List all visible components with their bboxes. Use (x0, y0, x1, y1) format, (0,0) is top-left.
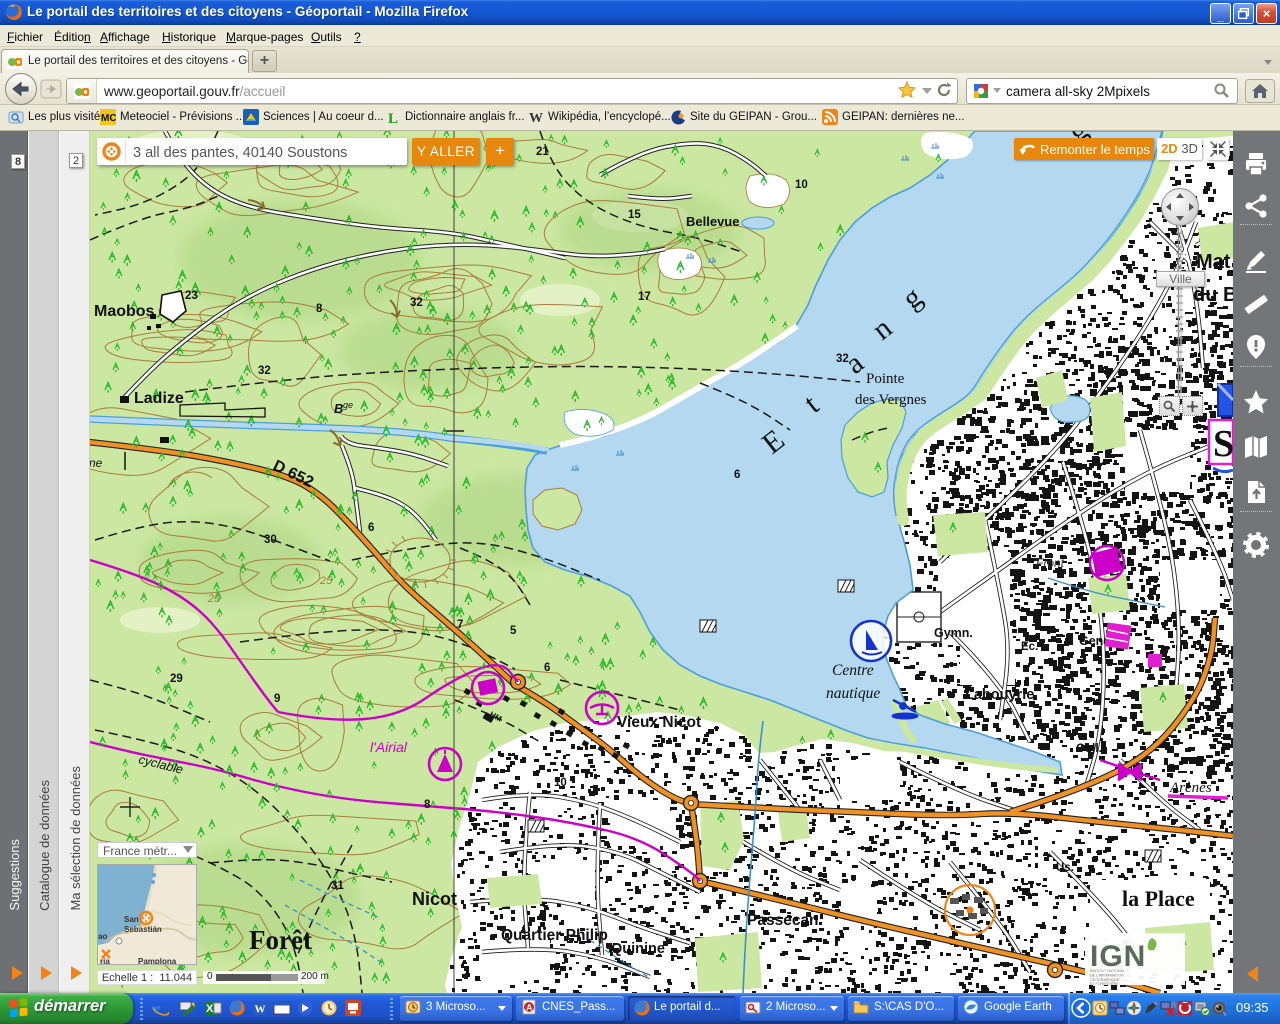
svg-text:Us.: Us. (1056, 862, 1074, 874)
svg-text:31: 31 (331, 880, 344, 892)
svg-text:10: 10 (554, 777, 567, 789)
svg-text:23: 23 (185, 290, 198, 302)
svg-text:Ec.: Ec. (1021, 641, 1038, 653)
svg-text:Forêt: Forêt (249, 925, 312, 955)
svg-text:GÉOGRAPHIQUE: GÉOGRAPHIQUE (1090, 977, 1120, 982)
svg-text:DE L’INFORMATION: DE L’INFORMATION (1090, 973, 1124, 977)
svg-text:ao: ao (98, 932, 107, 941)
svg-text:30: 30 (264, 534, 277, 546)
svg-text:8: 8 (424, 799, 431, 811)
svg-text:San: San (124, 915, 139, 924)
svg-text:ET FORESTIÈRE: ET FORESTIÈRE (1090, 981, 1119, 986)
svg-text:INSTITUT NATIONAL: INSTITUT NATIONAL (1090, 969, 1125, 973)
svg-text:Pamplona: Pamplona (138, 957, 177, 965)
svg-text:des Vergnes: des Vergnes (855, 392, 927, 408)
svg-text:5: 5 (510, 625, 517, 637)
svg-text:A: A (526, 1003, 533, 1013)
svg-text:Mat: Mat (1196, 251, 1231, 273)
svg-text:W: W (529, 111, 543, 125)
svg-text:6: 6 (544, 662, 550, 674)
svg-text:du B: du B (1193, 284, 1233, 306)
svg-text:15: 15 (628, 209, 641, 221)
svg-text:Arènes: Arènes (1169, 780, 1212, 796)
svg-text:25: 25 (319, 575, 333, 587)
svg-text:32: 32 (836, 353, 849, 365)
svg-text:MC: MC (101, 113, 116, 124)
svg-text:Gymn.: Gymn. (934, 626, 973, 640)
svg-text:nautique: nautique (826, 685, 880, 702)
svg-text:6: 6 (734, 469, 740, 481)
svg-text:6: 6 (368, 522, 374, 534)
svg-text:Front: Front (1036, 556, 1065, 570)
svg-text:Pointe: Pointe (866, 371, 905, 387)
svg-text:Sebastián: Sebastián (124, 925, 162, 934)
svg-text:l'Airial: l'Airial (370, 739, 408, 755)
svg-text:7: 7 (457, 619, 463, 631)
svg-text:Passecan: Passecan (747, 912, 819, 929)
svg-text:25: 25 (207, 593, 221, 605)
svg-text:Bellevue: Bellevue (686, 214, 739, 229)
svg-text:ne: ne (90, 456, 103, 470)
svg-text:Vieux Nicot: Vieux Nicot (617, 714, 701, 731)
svg-text:21: 21 (536, 146, 549, 158)
svg-text:17: 17 (638, 291, 651, 303)
svg-text:Labouyrie: Labouyrie (965, 687, 1034, 703)
svg-text:S: S (1213, 423, 1233, 465)
svg-text:W: W (255, 1004, 266, 1016)
svg-text:Maobos: Maobos (94, 303, 155, 320)
svg-text:29: 29 (170, 673, 183, 685)
svg-text:Coll.: Coll. (1076, 741, 1102, 755)
svg-text:32: 32 (410, 297, 423, 309)
svg-text:Quinine: Quinine (611, 941, 665, 957)
svg-text:Quartier Philip: Quartier Philip (501, 927, 608, 944)
svg-text:Nicot: Nicot (412, 889, 457, 909)
svg-text:10: 10 (795, 179, 808, 191)
svg-text:L: L (388, 111, 398, 125)
svg-text:32: 32 (258, 365, 271, 377)
svg-text:9: 9 (274, 693, 280, 705)
svg-text:Centre: Centre (832, 662, 874, 679)
svg-text:la Place: la Place (1122, 886, 1195, 911)
svg-text:ge: ge (343, 400, 353, 410)
svg-text:8: 8 (316, 303, 323, 315)
svg-text:B: B (334, 401, 343, 416)
svg-text:Ladize: Ladize (134, 390, 184, 407)
svg-text:e: e (154, 1001, 161, 1017)
svg-text:X: X (206, 1003, 214, 1015)
